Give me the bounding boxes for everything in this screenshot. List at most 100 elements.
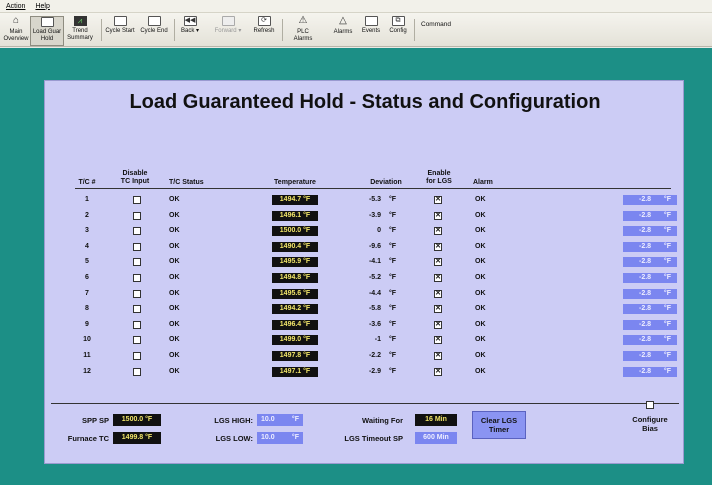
load-guar-hold-button[interactable]: Load Guar Hold [30, 16, 64, 46]
alarms-button[interactable]: △ Alarms [330, 16, 356, 46]
page-title: Load Guaranteed Hold - Status and Config… [129, 91, 601, 113]
enable-lgs-checkbox[interactable]: ✕ [434, 367, 442, 376]
bias-value: -2.8 [639, 227, 652, 235]
deviation-value: -9.6 [368, 242, 381, 250]
config-label: Config [389, 28, 407, 34]
enable-lgs-checkbox[interactable]: ✕ [434, 242, 442, 251]
enable-lgs-checkbox[interactable]: ✕ [434, 336, 442, 345]
disable-tc-checkbox[interactable] [133, 274, 141, 282]
bias-field[interactable]: -2.8 °F [623, 366, 677, 377]
bias-field[interactable]: -2.8 °F [623, 195, 677, 205]
cycle-end-label: Cycle End [140, 28, 168, 34]
disable-tc-checkbox[interactable] [133, 196, 141, 204]
config-icon: ⧉ [391, 16, 405, 26]
bias-field[interactable]: -2.8 °F [623, 273, 677, 283]
refresh-icon: ⟳ [257, 16, 271, 26]
deviation-value: -5.2 [368, 274, 381, 281]
clear-lgs-timer-button[interactable]: Clear LGS Timer [472, 411, 526, 439]
enable-lgs-checkbox[interactable]: ✕ [434, 289, 442, 298]
header-enable: Enable for LGS [426, 170, 452, 185]
lgs-high-unit: °F [291, 416, 299, 423]
cycle-end-button[interactable]: Cycle End [138, 16, 170, 46]
bias-field[interactable]: -2.8 °F [623, 335, 677, 346]
deviation-unit: °F [389, 305, 397, 313]
cycle-start-label: Cycle Start [105, 28, 135, 34]
bias-field[interactable]: -2.8 °F [623, 288, 677, 299]
lgs-timeout-field[interactable]: 600 Min [415, 432, 457, 444]
lgs-high-field[interactable]: 10.0 °F [257, 414, 303, 426]
spp-sp-value: 1500.0 °F [113, 414, 161, 426]
enable-lgs-checkbox[interactable]: ✕ [434, 352, 442, 360]
main-overview-label: Main Overview [3, 29, 29, 42]
events-button[interactable]: Events [358, 16, 384, 46]
tc-status: OK [169, 258, 180, 266]
bias-field[interactable]: -2.8 °F [623, 304, 677, 315]
home-icon: ⌂ [12, 15, 20, 27]
tc-number: 5 [85, 258, 89, 266]
bottom-divider [51, 403, 679, 404]
disable-tc-checkbox[interactable] [133, 336, 141, 345]
tc-status: OK [169, 196, 180, 203]
tc-number: 11 [83, 352, 91, 359]
enable-lgs-checkbox[interactable]: ✕ [434, 258, 442, 267]
alarm-status: OK [475, 320, 486, 328]
bias-field[interactable]: -2.8 °F [623, 351, 677, 361]
deviation-unit: °F [389, 211, 397, 219]
disable-tc-checkbox[interactable] [133, 242, 141, 251]
lgs-low-value: 10.0 [261, 434, 275, 441]
forward-button[interactable]: Forward ▾ [210, 16, 246, 46]
alarm-status: OK [475, 305, 486, 313]
config-button[interactable]: ⧉ Config [385, 16, 411, 46]
enable-lgs-checkbox[interactable]: ✕ [434, 227, 442, 236]
temperature-value: 1499.0 °F [272, 335, 318, 346]
alarms-label: Alarms [333, 29, 353, 35]
alarm-triangle-icon: △ [339, 15, 347, 27]
bias-field[interactable]: -2.8 °F [623, 257, 677, 268]
deviation-value: -1 [374, 336, 381, 344]
lgs-low-field[interactable]: 10.0 °F [257, 432, 303, 444]
enable-lgs-checkbox[interactable]: ✕ [434, 196, 442, 204]
disable-tc-checkbox[interactable] [133, 305, 141, 314]
tc-status: OK [169, 352, 180, 359]
bias-value: -2.8 [639, 274, 652, 281]
alarm-status: OK [475, 196, 486, 203]
disable-tc-checkbox[interactable] [133, 227, 141, 236]
tc-number: 12 [83, 367, 91, 375]
menu-action[interactable]: Action [6, 3, 25, 10]
cycle-start-button[interactable]: Cycle Start [104, 16, 136, 46]
disable-tc-checkbox[interactable] [133, 352, 141, 360]
tc-status: OK [169, 274, 180, 281]
alarm-status: OK [475, 289, 486, 297]
disable-tc-checkbox[interactable] [133, 367, 141, 376]
enable-lgs-checkbox[interactable]: ✕ [434, 320, 442, 329]
header-alarm: Alarm [473, 179, 493, 186]
temperature-value: 1496.1 °F [272, 210, 318, 221]
enable-lgs-checkbox[interactable]: ✕ [434, 305, 442, 314]
enable-lgs-checkbox[interactable]: ✕ [434, 211, 442, 220]
deviation-unit: °F [389, 274, 397, 281]
bias-value: -2.8 [639, 258, 652, 266]
refresh-button[interactable]: ⟳ Refresh [250, 16, 278, 46]
bias-field[interactable]: -2.8 °F [623, 241, 677, 252]
deviation-value: -5.3 [368, 196, 381, 203]
enable-lgs-checkbox[interactable]: ✕ [434, 274, 442, 282]
bias-field[interactable]: -2.8 °F [623, 226, 677, 237]
window-icon [147, 16, 161, 26]
back-button[interactable]: ◀◀ Back ▾ [176, 16, 204, 46]
disable-tc-checkbox[interactable] [133, 320, 141, 329]
configure-bias-checkbox[interactable] [646, 401, 654, 409]
disable-tc-checkbox[interactable] [133, 289, 141, 298]
bias-field[interactable]: -2.8 °F [623, 210, 677, 221]
toolbar-separator [282, 19, 283, 41]
bias-field[interactable]: -2.8 °F [623, 319, 677, 330]
plc-alarms-button[interactable]: ⚠ PLC Alarms [288, 16, 318, 46]
temperature-value: 1497.8 °F [272, 351, 318, 361]
disable-tc-checkbox[interactable] [133, 211, 141, 220]
main-overview-button[interactable]: ⌂ Main Overview [2, 16, 30, 46]
alarm-status: OK [475, 352, 486, 359]
trend-summary-button[interactable]: ⩘ Trend Summary [64, 16, 96, 46]
spp-sp-label: SPP SP [82, 416, 109, 425]
disable-tc-checkbox[interactable] [133, 258, 141, 267]
menu-help[interactable]: Help [35, 3, 49, 10]
tc-number: 6 [85, 274, 89, 281]
